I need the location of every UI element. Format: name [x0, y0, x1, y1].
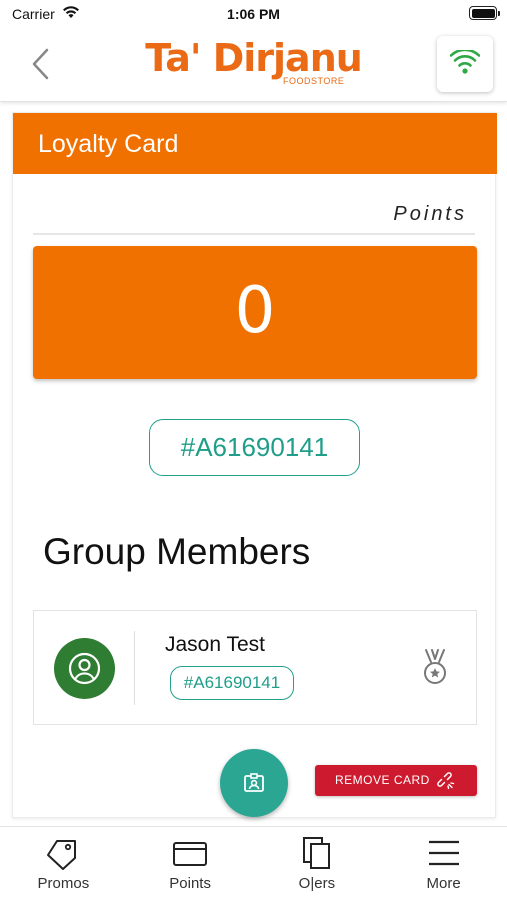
card-icon	[173, 842, 208, 866]
avatar	[54, 638, 115, 699]
tab-more[interactable]: More	[380, 827, 507, 900]
tab-label: Promos	[37, 875, 90, 892]
points-value: 0	[234, 274, 276, 348]
user-icon	[68, 652, 101, 685]
status-bar: Carrier 1:06 PM	[0, 0, 507, 30]
menu-icon	[428, 840, 459, 866]
member-card-number: #A61690141	[170, 666, 294, 700]
card-number-badge: #A61690141	[149, 419, 360, 476]
remove-card-button[interactable]: REMOVE CARD	[315, 765, 477, 796]
group-member-row[interactable]: Jason Test #A61690141	[33, 610, 477, 725]
member-name: Jason Test	[165, 633, 266, 656]
status-time: 1:06 PM	[227, 6, 280, 22]
loyalty-header: Loyalty Card	[13, 113, 497, 174]
points-label: Points	[393, 203, 467, 225]
tab-label: More	[426, 875, 461, 892]
wifi-button[interactable]	[437, 36, 493, 92]
loyalty-title: Loyalty Card	[38, 130, 179, 158]
member-divider	[134, 631, 135, 705]
tab-bar: Promos Points O|ers More	[0, 826, 507, 900]
tag-icon	[47, 840, 77, 870]
tab-label: O|ers	[298, 875, 336, 892]
remove-card-label: REMOVE CARD	[335, 773, 430, 787]
divider	[33, 233, 475, 235]
tab-offers[interactable]: O|ers	[254, 827, 381, 900]
points-display: 0	[33, 246, 477, 379]
id-card-icon	[244, 773, 264, 792]
copy-icon	[302, 837, 330, 869]
battery-icon	[469, 6, 500, 20]
tab-points[interactable]: Points	[127, 827, 254, 900]
unlink-icon	[437, 772, 455, 790]
loyalty-card-panel: Loyalty Card Points 0 #A61690141 Group M…	[12, 112, 497, 818]
brand-subtitle: FOODSTORE	[283, 76, 345, 86]
wifi-icon	[450, 50, 480, 74]
medal-icon	[420, 648, 450, 691]
id-card-button[interactable]	[220, 749, 288, 817]
tab-label: Points	[169, 875, 211, 892]
group-members-title: Group Members	[43, 531, 311, 572]
tab-promos[interactable]: Promos	[0, 827, 127, 900]
brand-logo: Ta' Dirjanu	[0, 36, 507, 80]
brand-name: Ta' Dirjanu	[145, 36, 363, 80]
app-header: Ta' Dirjanu FOODSTORE	[0, 30, 507, 102]
